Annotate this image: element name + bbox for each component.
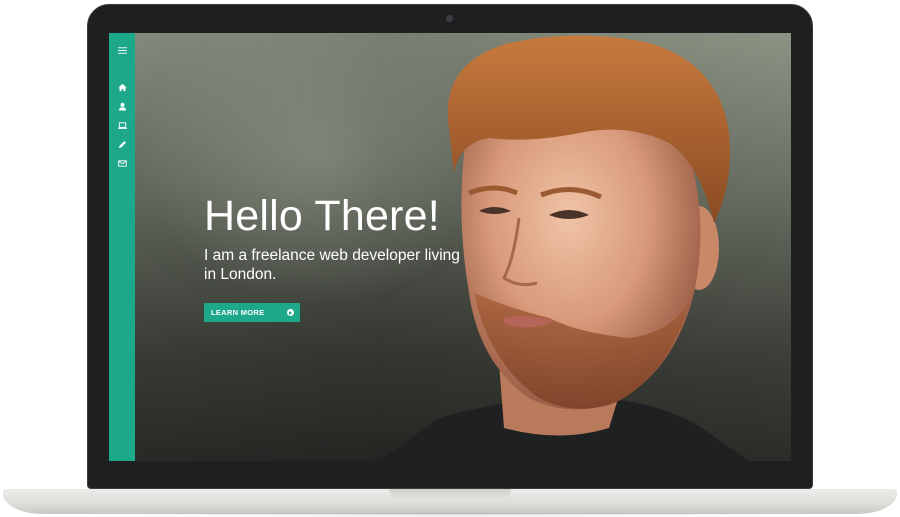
play-circle-icon bbox=[287, 309, 294, 316]
webcam bbox=[446, 15, 453, 22]
learn-more-label: LEARN MORE bbox=[211, 308, 265, 317]
sidebar-item-portfolio[interactable] bbox=[109, 116, 135, 135]
hamburger-icon bbox=[117, 47, 127, 54]
hero-subtitle: I am a freelance web developer living in… bbox=[204, 247, 460, 283]
laptop-icon bbox=[117, 122, 127, 129]
laptop-opening-notch bbox=[389, 489, 511, 499]
user-icon bbox=[118, 102, 126, 111]
sidebar bbox=[109, 33, 135, 461]
sidebar-item-contact[interactable] bbox=[109, 154, 135, 173]
hero-section: Hello There! I am a freelance web develo… bbox=[204, 193, 474, 322]
home-icon bbox=[117, 83, 127, 92]
laptop-screen: Hello There! I am a freelance web develo… bbox=[109, 33, 791, 461]
sidebar-item-blog[interactable] bbox=[109, 135, 135, 154]
sidebar-item-about[interactable] bbox=[109, 97, 135, 116]
learn-more-button[interactable]: LEARN MORE bbox=[204, 303, 300, 322]
pencil-icon bbox=[118, 141, 126, 149]
envelope-icon bbox=[117, 160, 127, 167]
sidebar-item-home[interactable] bbox=[109, 78, 135, 97]
hamburger-menu-button[interactable] bbox=[109, 41, 135, 60]
hero-title: Hello There! bbox=[204, 192, 440, 240]
